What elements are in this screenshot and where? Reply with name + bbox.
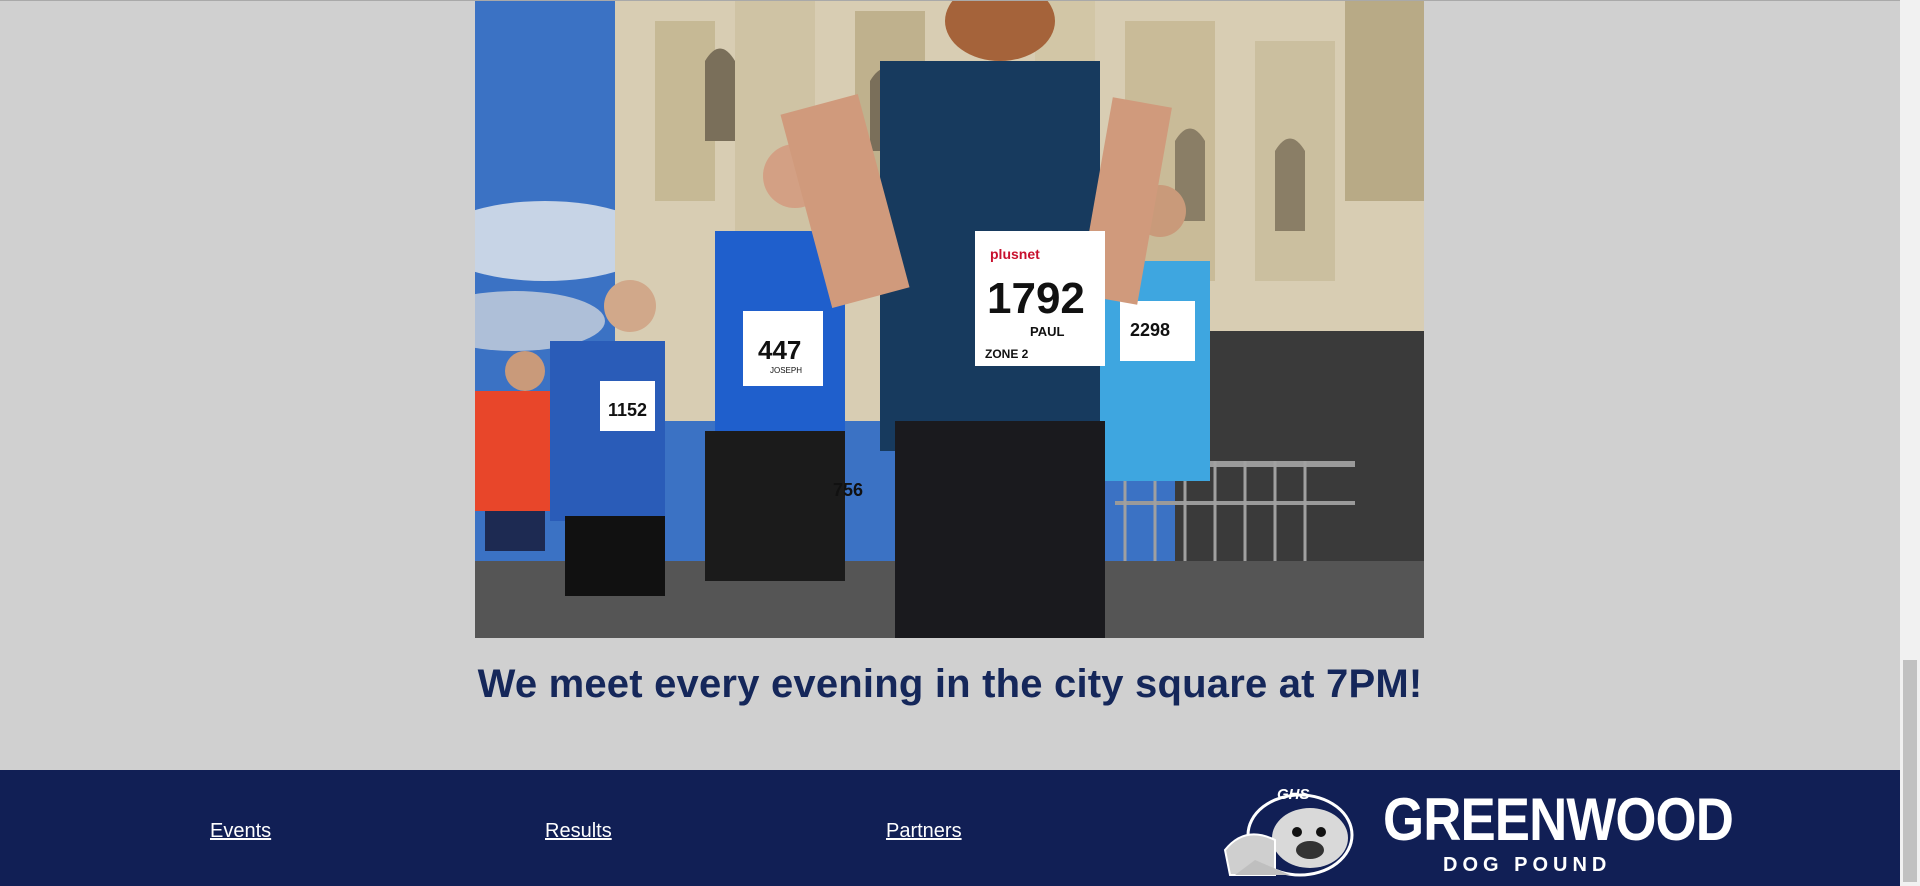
hero-photo: plusnet 1792 PAUL ZONE 2 447 JOSEPH 1152…: [475, 1, 1424, 638]
footer-link-results[interactable]: Results: [545, 820, 612, 843]
logo-title: GREENWOOD: [1383, 786, 1734, 853]
bib-zone-main: ZONE 2: [985, 347, 1029, 361]
logo-initials: GHS: [1277, 786, 1310, 803]
marathon-runners-image: plusnet 1792 PAUL ZONE 2 447 JOSEPH 1152…: [475, 1, 1424, 638]
bib-number-3: 1152: [608, 400, 647, 420]
scrollbar-thumb[interactable]: [1903, 660, 1917, 882]
footer-link-events[interactable]: Events: [210, 820, 271, 843]
bib-number-main: 1792: [987, 274, 1085, 323]
logo-subtitle: DOG POUND: [1443, 854, 1612, 876]
page: plusnet 1792 PAUL ZONE 2 447 JOSEPH 1152…: [0, 0, 1900, 886]
bib-name-2: JOSEPH: [770, 366, 802, 375]
footer-link-partners[interactable]: Partners: [886, 820, 962, 843]
bib-number-4: 2298: [1130, 320, 1170, 340]
page-headline: We meet every evening in the city square…: [477, 662, 1423, 706]
site-footer: Events Results Partners GHS GREENWOOD DO…: [0, 770, 1900, 886]
bib-number-5: 756: [833, 480, 863, 500]
vertical-scrollbar[interactable]: [1900, 0, 1920, 886]
race-brand-text: plusnet: [990, 246, 1040, 262]
bib-name-main: PAUL: [1030, 324, 1064, 339]
bib-number-2: 447: [758, 335, 801, 365]
greenwood-logo: GHS GREENWOOD DOG POUND: [1215, 780, 1734, 880]
